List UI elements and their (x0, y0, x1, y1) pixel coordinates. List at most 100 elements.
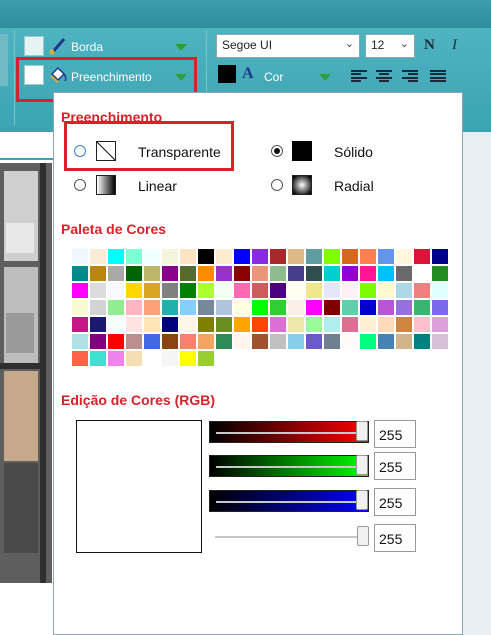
palette-swatch[interactable] (360, 249, 376, 264)
palette-swatch[interactable] (342, 317, 358, 332)
alpha-slider-thumb[interactable] (357, 526, 369, 546)
palette-swatch[interactable] (306, 334, 322, 349)
palette-swatch[interactable] (396, 334, 412, 349)
palette-swatch[interactable] (252, 334, 268, 349)
palette-swatch[interactable] (396, 249, 412, 264)
palette-swatch[interactable] (126, 351, 142, 366)
palette-swatch[interactable] (414, 300, 430, 315)
palette-swatch[interactable] (414, 283, 430, 298)
linear-radio[interactable] (74, 179, 86, 191)
palette-swatch[interactable] (72, 351, 88, 366)
palette-swatch[interactable] (198, 266, 214, 281)
palette-swatch[interactable] (324, 317, 340, 332)
palette-swatch[interactable] (378, 317, 394, 332)
palette-swatch[interactable] (72, 266, 88, 281)
palette-swatch[interactable] (432, 334, 448, 349)
palette-swatch[interactable] (162, 317, 178, 332)
red-slider[interactable] (209, 421, 369, 443)
fill-swatch[interactable] (24, 65, 44, 85)
palette-swatch[interactable] (414, 249, 430, 264)
palette-swatch[interactable] (90, 334, 106, 349)
font-size-select[interactable]: 12 ⌄ (365, 34, 415, 58)
palette-swatch[interactable] (72, 317, 88, 332)
text-color-dropdown-icon[interactable] (319, 74, 331, 81)
palette-swatch[interactable] (288, 249, 304, 264)
palette-swatch[interactable] (378, 300, 394, 315)
palette-swatch[interactable] (144, 283, 160, 298)
palette-swatch[interactable] (198, 317, 214, 332)
text-color-label[interactable]: Cor (264, 70, 283, 84)
palette-swatch[interactable] (108, 334, 124, 349)
palette-swatch[interactable] (360, 283, 376, 298)
align-center-icon[interactable] (376, 70, 392, 82)
palette-swatch[interactable] (252, 283, 268, 298)
green-value[interactable]: 255 (374, 452, 416, 480)
palette-swatch[interactable] (324, 283, 340, 298)
green-slider[interactable] (209, 455, 369, 477)
palette-swatch[interactable] (72, 249, 88, 264)
palette-swatch[interactable] (180, 317, 196, 332)
palette-swatch[interactable] (234, 317, 250, 332)
fill-label[interactable]: Preenchimento (71, 70, 152, 84)
palette-swatch[interactable] (414, 334, 430, 349)
align-justify-icon[interactable] (430, 70, 446, 82)
palette-swatch[interactable] (162, 351, 178, 366)
palette-swatch[interactable] (144, 300, 160, 315)
palette-swatch[interactable] (234, 283, 250, 298)
palette-swatch[interactable] (108, 249, 124, 264)
palette-swatch[interactable] (162, 283, 178, 298)
palette-swatch[interactable] (432, 283, 448, 298)
palette-swatch[interactable] (270, 317, 286, 332)
palette-swatch[interactable] (360, 300, 376, 315)
palette-swatch[interactable] (432, 317, 448, 332)
palette-swatch[interactable] (198, 249, 214, 264)
palette-swatch[interactable] (72, 300, 88, 315)
radial-radio[interactable] (271, 179, 283, 191)
palette-swatch[interactable] (144, 266, 160, 281)
font-family-select[interactable]: Segoe UI ⌄ (216, 34, 360, 58)
align-right-icon[interactable] (402, 70, 418, 82)
solid-radio[interactable] (271, 145, 283, 157)
palette-swatch[interactable] (360, 317, 376, 332)
bold-button[interactable]: N (424, 37, 435, 54)
palette-swatch[interactable] (126, 266, 142, 281)
palette-swatch[interactable] (288, 283, 304, 298)
palette-swatch[interactable] (270, 249, 286, 264)
palette-swatch[interactable] (162, 334, 178, 349)
text-color-swatch[interactable] (218, 65, 236, 83)
palette-swatch[interactable] (342, 300, 358, 315)
transparent-radio[interactable] (74, 145, 86, 157)
palette-swatch[interactable] (216, 283, 232, 298)
transparent-label[interactable]: Transparente (138, 144, 221, 160)
palette-swatch[interactable] (432, 249, 448, 264)
palette-swatch[interactable] (198, 351, 214, 366)
palette-swatch[interactable] (270, 334, 286, 349)
green-slider-thumb[interactable] (356, 455, 368, 475)
palette-swatch[interactable] (126, 283, 142, 298)
palette-swatch[interactable] (252, 266, 268, 281)
palette-swatch[interactable] (324, 249, 340, 264)
palette-swatch[interactable] (180, 249, 196, 264)
palette-swatch[interactable] (324, 334, 340, 349)
palette-swatch[interactable] (108, 351, 124, 366)
palette-swatch[interactable] (126, 249, 142, 264)
palette-swatch[interactable] (72, 283, 88, 298)
palette-swatch[interactable] (144, 249, 160, 264)
palette-swatch[interactable] (180, 300, 196, 315)
palette-swatch[interactable] (108, 300, 124, 315)
palette-swatch[interactable] (342, 266, 358, 281)
palette-swatch[interactable] (324, 266, 340, 281)
palette-swatch[interactable] (342, 249, 358, 264)
palette-swatch[interactable] (270, 283, 286, 298)
palette-swatch[interactable] (216, 266, 232, 281)
palette-swatch[interactable] (108, 283, 124, 298)
palette-swatch[interactable] (90, 283, 106, 298)
palette-swatch[interactable] (378, 283, 394, 298)
palette-swatch[interactable] (216, 249, 232, 264)
palette-swatch[interactable] (252, 300, 268, 315)
palette-swatch[interactable] (90, 351, 106, 366)
palette-swatch[interactable] (432, 266, 448, 281)
palette-swatch[interactable] (234, 300, 250, 315)
palette-swatch[interactable] (90, 266, 106, 281)
palette-swatch[interactable] (306, 266, 322, 281)
